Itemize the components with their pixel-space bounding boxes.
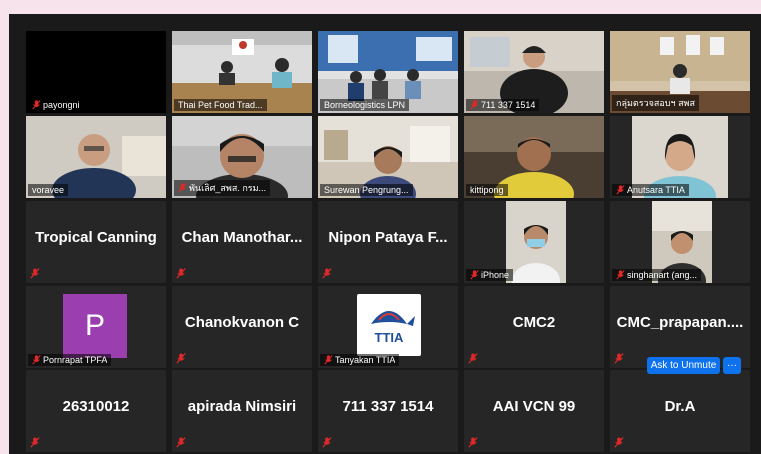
participant-name: CMC_prapapan.... — [616, 314, 744, 331]
participant-tile[interactable]: kittipong — [464, 116, 604, 198]
participant-label: 711 337 1514 — [466, 99, 540, 111]
participant-tile[interactable]: Surewan Pengrung... — [318, 116, 458, 198]
ask-to-unmute-button[interactable]: Ask to Unmute — [647, 357, 720, 374]
mic-muted-icon — [176, 353, 186, 364]
avatar: P — [63, 294, 127, 358]
participant-label: kittipong — [466, 184, 508, 196]
participant-label: Anutsara TTIA — [612, 184, 689, 196]
participant-tile[interactable]: Chanokvanon C — [172, 286, 312, 368]
participant-name: Nipon Pataya F... — [328, 229, 448, 246]
participant-name: CMC2 — [512, 314, 556, 331]
participant-tile[interactable]: AAI VCN 99 — [464, 370, 604, 452]
participant-tile[interactable]: singhanart (ang... — [610, 201, 750, 283]
participant-label: singhanart (ang... — [612, 269, 702, 281]
participant-name: voravee — [32, 185, 65, 195]
participant-tile[interactable]: CMC2 — [464, 286, 604, 368]
participant-label: iPhone — [466, 269, 514, 281]
mic-muted-icon — [176, 268, 186, 279]
participant-name: Surewan Pengrung... — [324, 185, 409, 195]
participant-tile[interactable]: Thai Pet Food Trad... — [172, 31, 312, 113]
participant-name: Chanokvanon C — [184, 314, 300, 331]
mic-muted-icon — [614, 353, 624, 364]
participant-name: Borneologistics LPN — [324, 100, 406, 110]
participant-tile[interactable]: payongni — [26, 31, 166, 113]
participant-name: Chan Manothar... — [181, 229, 303, 246]
mic-muted-icon — [616, 270, 625, 280]
participant-name: payongni — [43, 100, 80, 110]
more-options-button[interactable]: ··· — [723, 357, 741, 374]
mic-muted-icon — [30, 437, 40, 448]
mic-muted-icon — [468, 437, 478, 448]
participant-name: 26310012 — [62, 398, 130, 415]
participant-label: Borneologistics LPN — [320, 99, 410, 111]
participant-name: กลุ่มตรวจสอบฯ สพส — [616, 98, 695, 108]
participant-label: payongni — [28, 99, 84, 111]
participant-tile[interactable]: iPhone — [464, 201, 604, 283]
mic-muted-icon — [322, 268, 332, 279]
mic-muted-icon — [470, 270, 479, 280]
participant-label: Surewan Pengrung... — [320, 184, 413, 196]
participant-label: Thai Pet Food Trad... — [174, 99, 267, 111]
participant-tile[interactable]: TTIA Tanyakan TTIA — [318, 286, 458, 368]
participant-tile[interactable]: กลุ่มตรวจสอบฯ สพส — [610, 31, 750, 113]
participant-tile[interactable]: Tropical Canning — [26, 201, 166, 283]
participant-tile[interactable]: Nipon Pataya F... — [318, 201, 458, 283]
participant-name: apirada Nimsiri — [187, 398, 297, 415]
participant-name: Thai Pet Food Trad... — [178, 100, 263, 110]
participant-name: Dr.A — [664, 398, 696, 415]
participant-name: 711 337 1514 — [481, 100, 536, 110]
participant-tile[interactable]: Dr.A — [610, 370, 750, 452]
mic-muted-icon — [324, 355, 333, 365]
participant-tile[interactable]: voravee — [26, 116, 166, 198]
mic-muted-icon — [32, 355, 41, 365]
participant-name: iPhone — [481, 270, 510, 280]
participant-name: Tanyakan TTIA — [335, 355, 396, 365]
fish-logo-icon: TTIA — [371, 311, 415, 345]
ttia-logo: TTIA — [357, 294, 421, 356]
participant-label: พันเลิศ_สพส. กรม... — [174, 180, 271, 196]
mic-muted-icon — [30, 268, 40, 279]
svg-text:TTIA: TTIA — [375, 330, 404, 345]
participant-label: voravee — [28, 184, 69, 196]
participant-name: พันเลิศ_สพส. กรม... — [189, 183, 267, 193]
participant-label: กลุ่มตรวจสอบฯ สพส — [612, 95, 699, 111]
mic-muted-icon — [32, 100, 41, 110]
mic-muted-icon — [176, 437, 186, 448]
participant-name: Tropical Canning — [35, 229, 157, 246]
mic-muted-icon — [614, 437, 624, 448]
participant-tile[interactable]: CMC_prapapan.... — [610, 286, 750, 368]
participant-tile[interactable]: Chan Manothar... — [172, 201, 312, 283]
participant-name: Anutsara TTIA — [627, 185, 685, 195]
mic-muted-icon — [322, 437, 332, 448]
mic-muted-icon — [470, 100, 479, 110]
participant-tile[interactable]: 711 337 1514 — [464, 31, 604, 113]
participant-label: Tanyakan TTIA — [320, 354, 400, 366]
mic-muted-icon — [468, 353, 478, 364]
participant-tile[interactable]: Anutsara TTIA — [610, 116, 750, 198]
video-gallery: payongni Thai Pet Food Trad... Borneolog… — [9, 14, 761, 454]
participant-tile[interactable]: 711 337 1514 — [318, 370, 458, 452]
mic-muted-icon — [616, 185, 625, 195]
video-feed — [506, 201, 566, 283]
participant-tile[interactable]: พันเลิศ_สพส. กรม... — [172, 116, 312, 198]
participant-name: Pornrapat TPFA — [43, 355, 108, 365]
participant-tile[interactable]: P Pornrapat TPFA — [26, 286, 166, 368]
participant-name: singhanart (ang... — [627, 270, 698, 280]
participant-name: 711 337 1514 — [342, 398, 434, 415]
participant-tile[interactable]: apirada Nimsiri — [172, 370, 312, 452]
participant-name: kittipong — [470, 185, 504, 195]
participant-label: Pornrapat TPFA — [28, 354, 112, 366]
participant-tile[interactable]: 26310012 — [26, 370, 166, 452]
mic-muted-icon — [178, 183, 187, 193]
participant-name: AAI VCN 99 — [492, 398, 576, 415]
participant-tile-active-speaker[interactable]: Borneologistics LPN — [318, 31, 458, 113]
